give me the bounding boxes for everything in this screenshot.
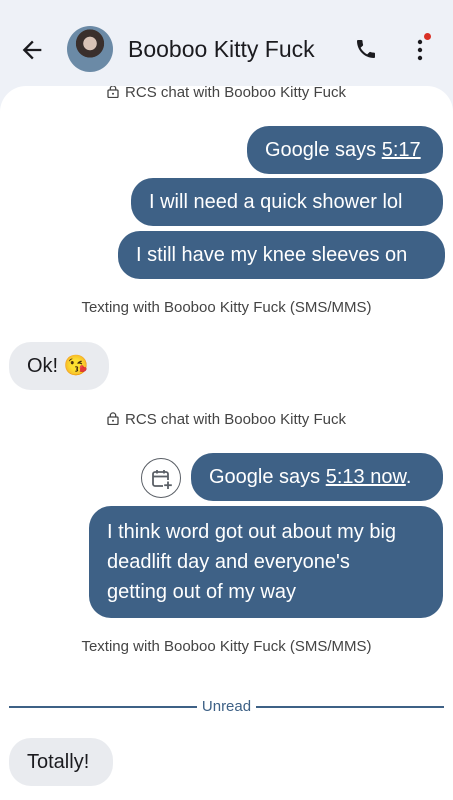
unread-divider-right xyxy=(256,706,444,708)
outgoing-message[interactable]: Google says 5:17 xyxy=(247,126,443,174)
sms-mode-label: Texting with Booboo Kitty Fuck (SMS/MMS) xyxy=(81,638,372,655)
outgoing-message[interactable]: I think word got out about my big deadli… xyxy=(89,506,443,618)
notification-dot xyxy=(424,33,431,40)
sms-mode-label: Texting with Booboo Kitty Fuck (SMS/MMS) xyxy=(81,299,372,316)
top-app-bar: Booboo Kitty Fuck xyxy=(0,0,453,96)
outgoing-message[interactable]: I still have my knee sleeves on xyxy=(118,231,445,279)
rcs-chat-label: RCS chat with Booboo Kitty Fuck xyxy=(0,411,453,428)
lock-icon xyxy=(107,412,119,425)
incoming-message[interactable]: Ok! 😘 xyxy=(9,342,109,390)
phone-icon[interactable] xyxy=(354,37,378,61)
rcs-chat-label: RCS chat with Booboo Kitty Fuck xyxy=(0,86,453,101)
time-link[interactable]: 5:13 now xyxy=(326,466,406,488)
calendar-add-icon xyxy=(152,470,173,490)
add-to-calendar-button[interactable] xyxy=(141,458,181,498)
arrow-left-icon[interactable] xyxy=(18,36,46,64)
conversation-sheet[interactable]: RCS chat with Booboo Kitty Fuck Google s… xyxy=(0,86,453,800)
lock-icon xyxy=(107,86,119,98)
outgoing-message[interactable]: Google says 5:13 now. xyxy=(191,453,443,501)
time-link[interactable]: 5:17 xyxy=(382,139,421,161)
avatar[interactable] xyxy=(67,26,113,72)
outgoing-message[interactable]: I will need a quick shower lol xyxy=(131,178,443,226)
incoming-message[interactable]: Totally! xyxy=(9,738,113,786)
more-vert-icon[interactable] xyxy=(408,36,432,64)
contact-name[interactable]: Booboo Kitty Fuck xyxy=(128,36,315,63)
